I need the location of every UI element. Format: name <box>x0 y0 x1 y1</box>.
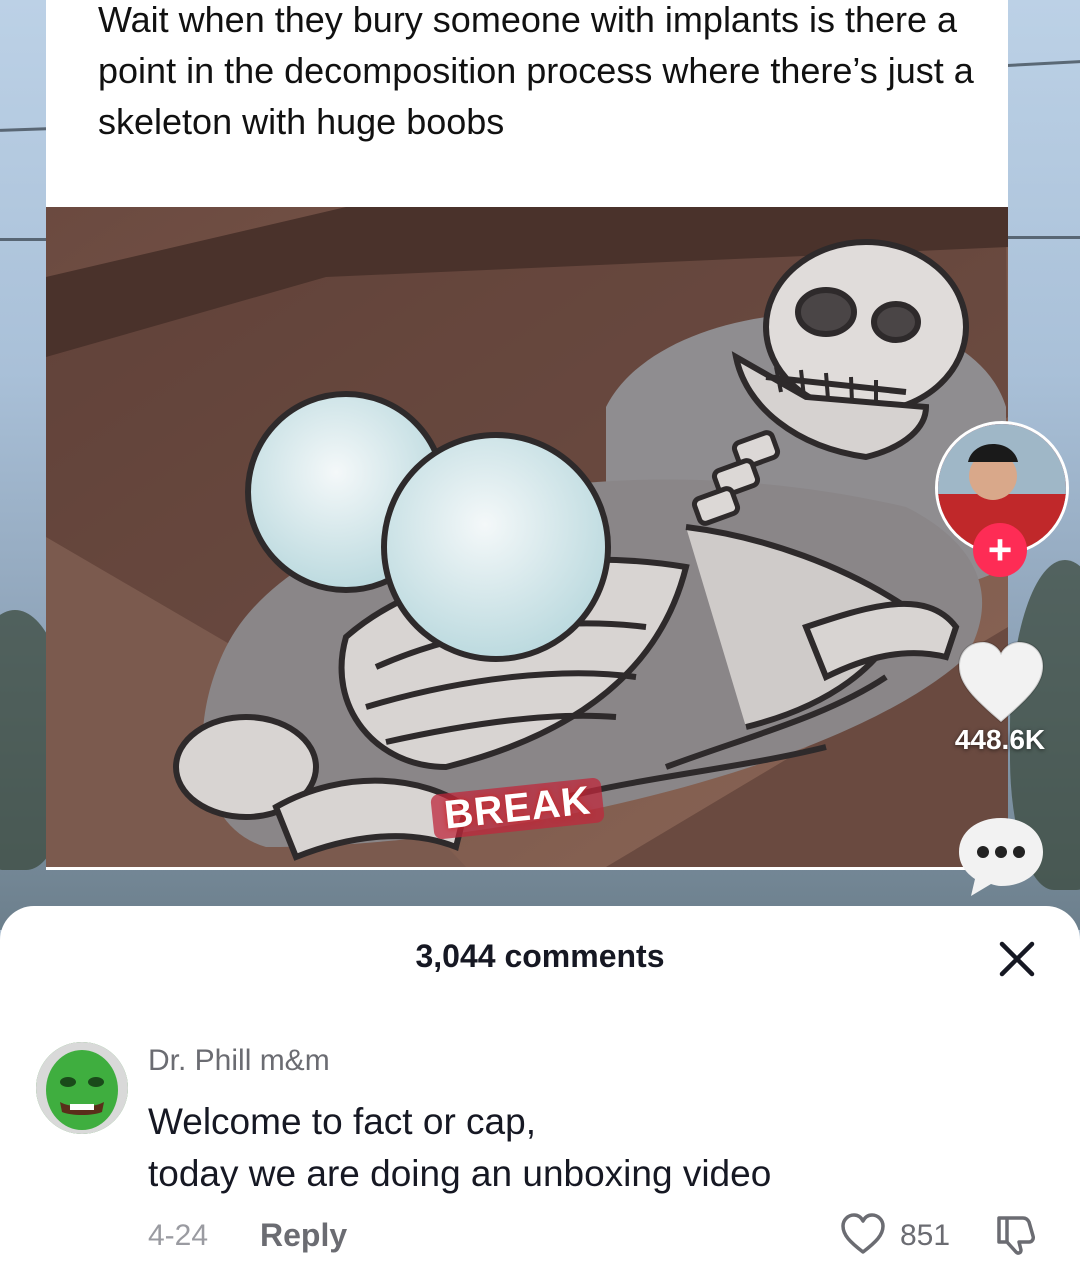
comment-heart-icon[interactable] <box>840 1212 886 1256</box>
close-icon[interactable] <box>994 936 1040 982</box>
comment-text-line-1: Welcome to fact or cap, <box>148 1101 536 1142</box>
power-line <box>0 238 50 241</box>
commenter-avatar[interactable] <box>36 1042 128 1134</box>
heart-icon[interactable] <box>953 636 1049 732</box>
meme-image: BREAK <box>46 207 1008 867</box>
power-line <box>1004 59 1080 68</box>
comment-date: 4-24 <box>148 1219 209 1252</box>
video-player[interactable]: Wait when they bury someone with implant… <box>0 0 1080 930</box>
comments-title: 3,044 comments <box>415 938 665 974</box>
skeleton-in-coffin-illustration <box>46 207 1008 867</box>
thumbs-down-icon[interactable] <box>993 1212 1037 1256</box>
like-count: 448.6K <box>954 724 1046 755</box>
comment-like-count: 851 <box>900 1219 951 1252</box>
post-caption: Wait when they bury someone with implant… <box>98 0 974 142</box>
follow-button[interactable]: + <box>973 523 1027 577</box>
plus-icon: + <box>987 526 1013 573</box>
comment-text: Welcome to fact or cap, today we are doi… <box>148 1096 771 1200</box>
comment-text-line-2: today we are doing an unboxing video <box>148 1153 772 1194</box>
comments-sheet: 3,044 comments Dr. Phill m&m Welcome to … <box>0 906 1080 1266</box>
green-face-avatar <box>36 1042 128 1134</box>
comment-bubble-icon[interactable] <box>953 810 1049 906</box>
power-line <box>1005 236 1080 239</box>
comment-username[interactable]: Dr. Phill m&m <box>148 1044 330 1078</box>
reply-button[interactable]: Reply <box>260 1217 347 1254</box>
post-card: Wait when they bury someone with implant… <box>46 0 1008 870</box>
power-line <box>0 127 51 132</box>
